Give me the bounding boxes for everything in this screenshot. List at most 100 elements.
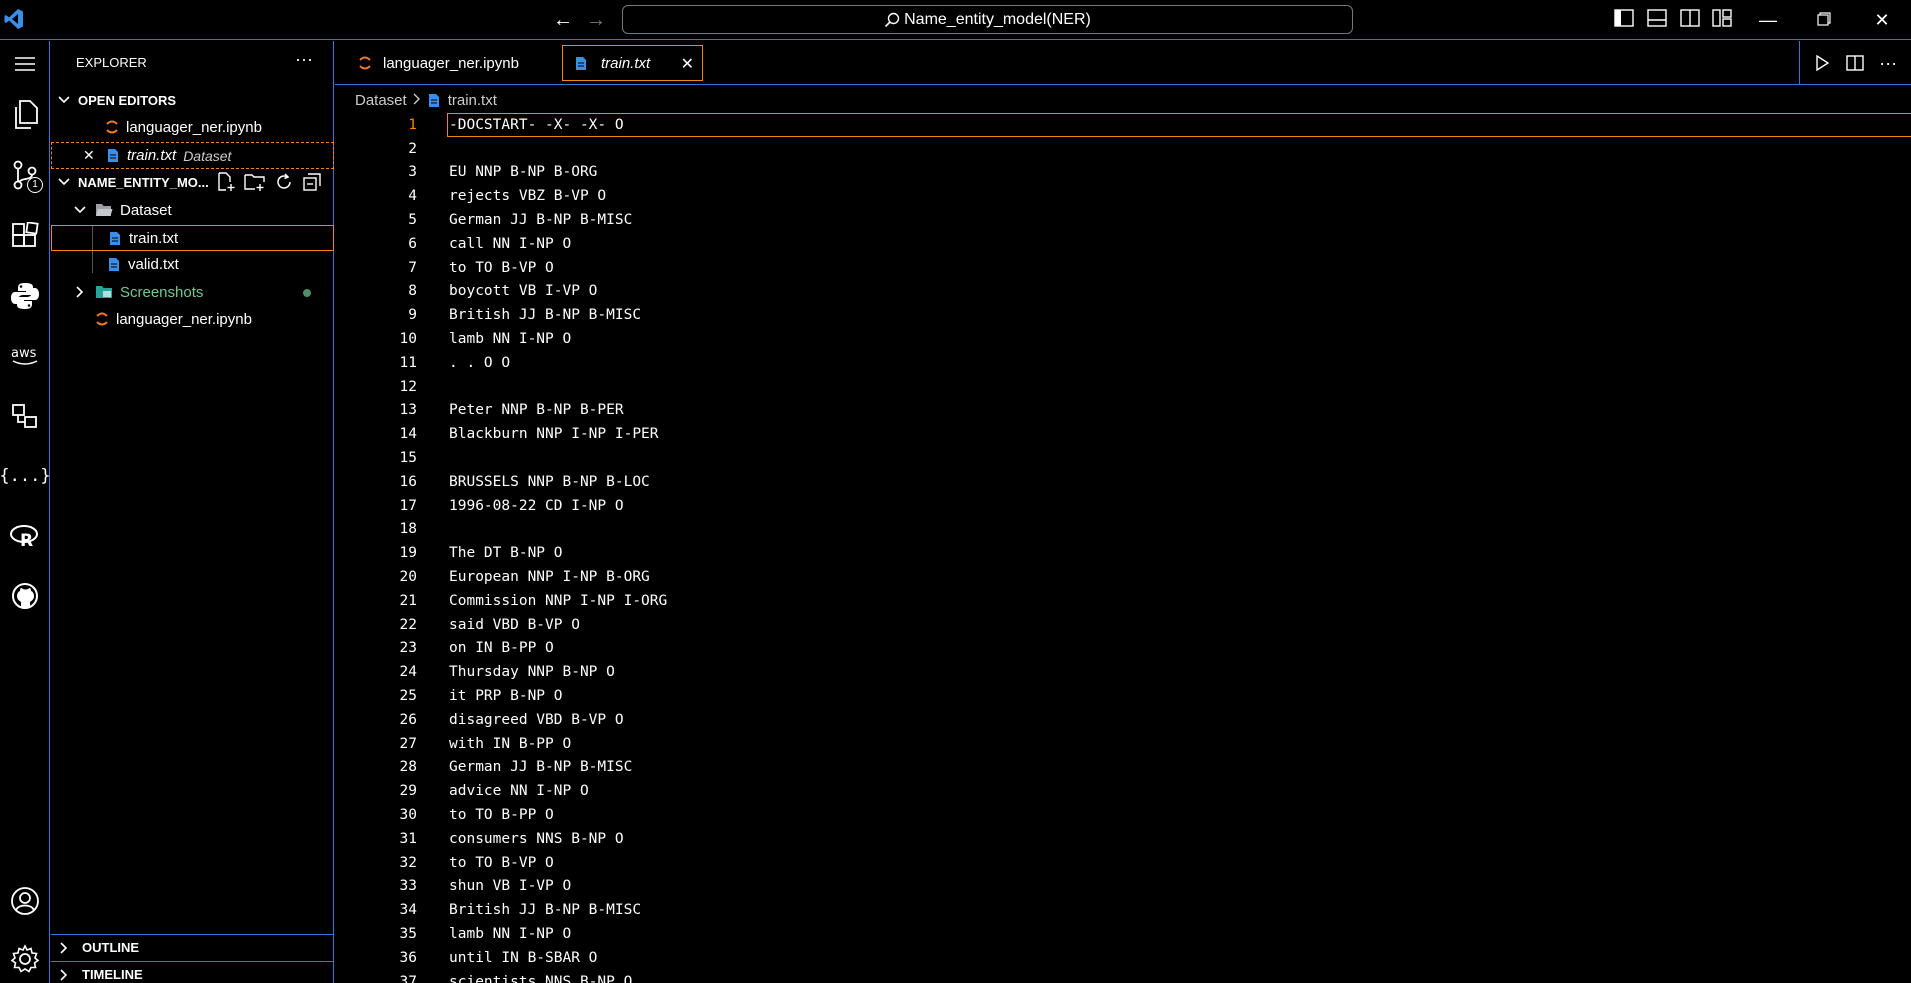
run-icon[interactable] — [1814, 55, 1830, 71]
line-number: 3 — [408, 164, 417, 181]
code-line[interactable]: 16 BRUSSELS NNP B-NP B-LOC — [335, 470, 1911, 494]
line-number: 21 — [399, 592, 417, 609]
folder-screenshots[interactable]: Screenshots — [51, 280, 334, 304]
line-text: advice NN I-NP O — [449, 783, 589, 800]
github-icon[interactable] — [5, 576, 45, 616]
extensions-icon[interactable] — [5, 216, 45, 256]
settings-gear-icon[interactable] — [5, 939, 45, 979]
forward-arrow-icon[interactable]: → — [584, 8, 608, 32]
code-line[interactable]: 30 to TO B-PP O — [335, 803, 1911, 827]
code-line[interactable]: 3 EU NNP B-NP B-ORG — [335, 161, 1911, 185]
account-icon[interactable] — [5, 881, 45, 921]
line-number: 25 — [399, 688, 417, 705]
code-line[interactable]: 23 on IN B-PP O — [335, 637, 1911, 661]
code-line[interactable]: 13 Peter NNP B-NP B-PER — [335, 399, 1911, 423]
code-line[interactable]: 10 lamb NN I-NP O — [335, 327, 1911, 351]
breadcrumb-folder[interactable]: Dataset — [355, 92, 407, 109]
more-actions-icon[interactable]: ··· — [1879, 53, 1897, 74]
collapse-all-icon[interactable] — [302, 172, 322, 192]
search-icon — [885, 12, 900, 27]
refresh-icon[interactable] — [274, 172, 294, 192]
code-line[interactable]: 11 . . O O — [335, 351, 1911, 375]
code-line[interactable]: 4 rejects VBZ B-VP O — [335, 184, 1911, 208]
file-languager-ner[interactable]: languager_ner.ipynb — [51, 307, 334, 331]
code-line[interactable]: 19 The DT B-NP O — [335, 541, 1911, 565]
code-line[interactable]: 27 with IN B-PP O — [335, 732, 1911, 756]
split-editor-icon[interactable] — [1845, 55, 1864, 71]
code-line[interactable]: 22 said VBD B-VP O — [335, 613, 1911, 637]
code-line[interactable]: 24 Thursday NNP B-NP O — [335, 660, 1911, 684]
code-line[interactable]: 8 boycott VB I-VP O — [335, 280, 1911, 304]
code-line[interactable]: 35 lamb NN I-NP O — [335, 922, 1911, 946]
tab-train-txt[interactable]: train.txt ✕ — [562, 45, 703, 81]
line-text: German JJ B-NP B-MISC — [449, 212, 633, 229]
new-folder-icon[interactable] — [244, 172, 266, 192]
r-icon[interactable]: R — [5, 516, 45, 556]
explorer-icon[interactable] — [5, 95, 45, 135]
back-arrow-icon[interactable]: ← — [551, 8, 575, 32]
toggle-panel-icon[interactable] — [1647, 9, 1669, 31]
toggle-primary-sidebar-icon[interactable] — [1614, 9, 1636, 31]
breadcrumb-file[interactable]: train.txt — [448, 92, 497, 109]
code-line[interactable]: 29 advice NN I-NP O — [335, 779, 1911, 803]
remote-explorer-icon[interactable] — [5, 396, 45, 436]
menu-icon[interactable] — [5, 44, 45, 84]
code-line[interactable]: 18 — [335, 518, 1911, 542]
python-icon[interactable] — [5, 276, 45, 316]
more-actions-icon[interactable]: ··· — [295, 49, 313, 70]
code-line[interactable]: 32 to TO B-VP O — [335, 851, 1911, 875]
outline-section[interactable]: OUTLINE — [51, 934, 334, 960]
line-text: Thursday NNP B-NP O — [449, 664, 615, 681]
code-line[interactable]: 7 to TO B-VP O — [335, 256, 1911, 280]
breadcrumb: Dataset train.txt — [355, 89, 497, 111]
code-line[interactable]: 21 Commission NNP I-NP I-ORG — [335, 589, 1911, 613]
customize-layout-icon[interactable] — [1712, 9, 1734, 31]
code-line[interactable]: 17 1996-08-22 CD I-NP O — [335, 494, 1911, 518]
chevron-right-icon — [413, 93, 420, 108]
code-line[interactable]: 26 disagreed VBD B-VP O — [335, 708, 1911, 732]
code-line[interactable]: 15 — [335, 446, 1911, 470]
open-editor-item-notebook[interactable]: languager_ner.ipynb — [51, 115, 334, 139]
code-line[interactable]: 9 British JJ B-NP B-MISC — [335, 303, 1911, 327]
code-line[interactable]: 14 Blackburn NNP I-NP I-PER — [335, 422, 1911, 446]
restore-icon[interactable] — [1810, 6, 1838, 34]
folder-dataset[interactable]: Dataset — [51, 198, 334, 222]
minimize-icon[interactable]: — — [1754, 6, 1782, 34]
text-editor[interactable]: 1 -DOCSTART- -X- -X- O 2 3 EU NNP B-NP B-ORG… — [335, 113, 1911, 983]
tab-languager-ner[interactable]: languager_ner.ipynb — [345, 45, 555, 81]
code-line[interactable]: 36 until IN B-SBAR O — [335, 946, 1911, 970]
source-control-icon[interactable]: 1 — [5, 155, 45, 195]
code-line[interactable]: 37 scientists NNS B-NP O — [335, 970, 1911, 983]
line-number: 8 — [408, 283, 417, 300]
file-train-txt[interactable]: train.txt — [51, 225, 334, 251]
aws-icon[interactable]: aws — [5, 336, 45, 376]
line-text: it PRP B-NP O — [449, 688, 563, 705]
code-line[interactable]: 6 call NN I-NP O — [335, 232, 1911, 256]
command-center-search[interactable]: Name_entity_model(NER) — [622, 5, 1353, 34]
timeline-section[interactable]: TIMELINE — [51, 961, 334, 983]
text-file-icon — [106, 256, 122, 272]
open-editors-section[interactable]: OPEN EDITORS — [51, 88, 334, 112]
code-line[interactable]: 25 it PRP B-NP O — [335, 684, 1911, 708]
line-number: 14 — [399, 426, 417, 443]
code-line[interactable]: 20 European NNP I-NP B-ORG — [335, 565, 1911, 589]
vscode-logo-icon — [4, 8, 24, 32]
code-line[interactable]: 34 British JJ B-NP B-MISC — [335, 898, 1911, 922]
close-window-icon[interactable]: ✕ — [1868, 6, 1896, 34]
code-line[interactable]: 5 German JJ B-NP B-MISC — [335, 208, 1911, 232]
code-line[interactable]: 12 — [335, 375, 1911, 399]
code-line[interactable]: 2 — [335, 137, 1911, 161]
file-valid-txt[interactable]: valid.txt — [51, 252, 334, 276]
open-editor-item-train[interactable]: ✕ train.txt Dataset — [51, 142, 334, 169]
toggle-secondary-sidebar-icon[interactable] — [1680, 9, 1702, 31]
code-line[interactable]: 28 German JJ B-NP B-MISC — [335, 756, 1911, 780]
close-tab-icon[interactable]: ✕ — [681, 54, 694, 74]
code-line[interactable]: 31 consumers NNS B-NP O — [335, 827, 1911, 851]
json-icon[interactable]: {...} — [0, 456, 51, 496]
line-text: call NN I-NP O — [449, 235, 572, 252]
new-file-icon[interactable] — [216, 172, 236, 192]
code-line[interactable]: 1 -DOCSTART- -X- -X- O — [335, 113, 1911, 137]
line-number: 9 — [408, 307, 417, 324]
code-line[interactable]: 33 shun VB I-VP O — [335, 875, 1911, 899]
close-editor-icon[interactable]: ✕ — [83, 147, 99, 164]
